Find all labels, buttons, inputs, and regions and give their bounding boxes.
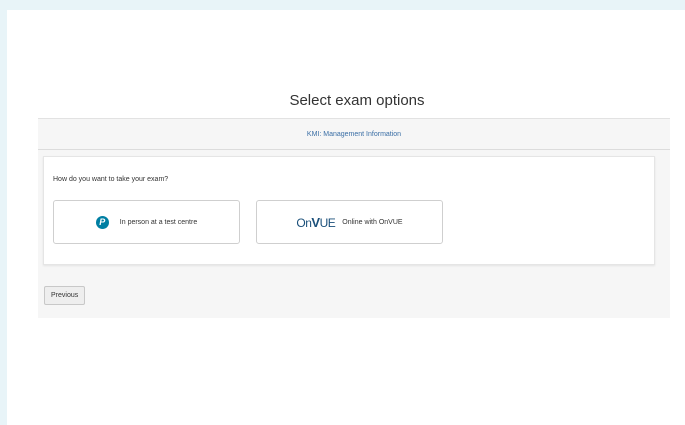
exam-name: KMI: Management Information	[306, 131, 402, 138]
in-person-option-button[interactable]: P In person at a test centre	[53, 200, 240, 244]
page-container: Select exam options KMI: Management Info…	[7, 10, 685, 425]
delivery-question: How do you want to take your exam?	[53, 176, 169, 183]
onvue-logo-icon: OnVUE	[296, 214, 336, 230]
online-onvue-option-button[interactable]: OnVUE Online with OnVUE	[256, 200, 443, 244]
online-option-label: Online with OnVUE	[342, 218, 403, 226]
exam-options-card: How do you want to take your exam? P In …	[43, 156, 655, 265]
exam-panel: KMI: Management Information How do you w…	[38, 118, 670, 318]
pearson-icon: P	[95, 215, 109, 229]
exam-name-bar: KMI: Management Information	[38, 118, 670, 150]
previous-button[interactable]: Previous	[44, 286, 86, 305]
page-title: Select exam options	[289, 92, 425, 109]
in-person-option-label: In person at a test centre	[119, 218, 198, 226]
